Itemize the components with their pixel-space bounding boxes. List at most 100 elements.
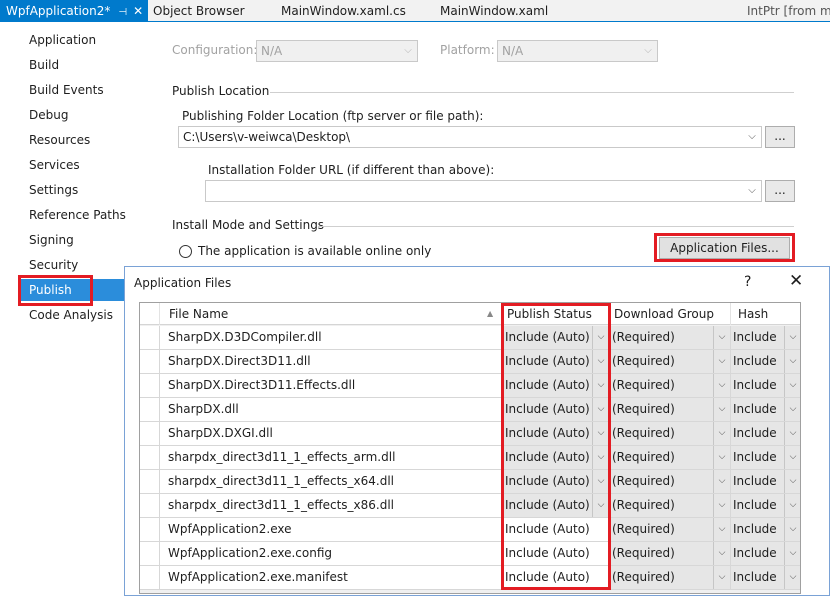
chevron-down-icon[interactable]: ⌵ (784, 398, 800, 421)
chevron-down-icon[interactable]: ⌵ (592, 446, 609, 469)
configuration-dropdown[interactable]: N/A ⌵ (256, 40, 418, 62)
installation-url-input[interactable]: ⌵ (205, 180, 762, 202)
chevron-down-icon[interactable]: ⌵ (784, 374, 800, 397)
chevron-down-icon[interactable]: ⌵ (592, 470, 609, 493)
publish-status-dropdown[interactable]: Include (Auto) ⌵ (503, 350, 610, 374)
table-row[interactable]: sharpdx_direct3d11_1_effects_x64.dll Incl… (140, 470, 800, 494)
download-group-dropdown[interactable]: (Required) ⌵ (610, 494, 731, 518)
hash-dropdown[interactable]: Include ⌵ (731, 374, 800, 398)
download-group-dropdown[interactable]: (Required) ⌵ (610, 326, 731, 350)
publish-status-dropdown[interactable]: Include (Auto) (503, 566, 610, 590)
close-tab-icon[interactable]: ✕ (133, 4, 143, 18)
nav-item-build[interactable]: Build (29, 54, 59, 76)
table-row[interactable]: WpfApplication2.exe.manifest Include (Aut… (140, 566, 800, 590)
chevron-down-icon[interactable]: ⌵ (784, 542, 800, 565)
hash-dropdown[interactable]: Include ⌵ (731, 494, 800, 518)
chevron-down-icon[interactable]: ⌵ (713, 518, 730, 541)
file-name-cell[interactable]: sharpdx_direct3d11_1_effects_x86.dll (160, 494, 503, 518)
publish-status-dropdown[interactable]: Include (Auto) ⌵ (503, 374, 610, 398)
download-group-dropdown[interactable]: (Required) ⌵ (610, 398, 731, 422)
chevron-down-icon[interactable]: ⌵ (784, 326, 800, 349)
table-row[interactable]: SharpDX.Direct3D11.Effects.dll Include (A… (140, 374, 800, 398)
nav-item-signing[interactable]: Signing (29, 229, 74, 251)
column-header-download-group[interactable]: Download Group (610, 303, 731, 325)
chevron-down-icon[interactable]: ⌵ (592, 326, 609, 349)
chevron-down-icon[interactable]: ⌵ (713, 422, 730, 445)
chevron-down-icon[interactable]: ⌵ (784, 470, 800, 493)
file-name-cell[interactable]: SharpDX.D3DCompiler.dll (160, 326, 503, 350)
table-row[interactable]: SharpDX.dll Include (Auto) ⌵ (Required) ⌵ Inc… (140, 398, 800, 422)
help-icon[interactable]: ? (744, 274, 751, 290)
file-name-cell[interactable]: SharpDX.Direct3D11.dll (160, 350, 503, 374)
online-only-radio[interactable] (179, 245, 192, 258)
download-group-dropdown[interactable]: (Required) ⌵ (610, 374, 731, 398)
chevron-down-icon[interactable]: ⌵ (713, 374, 730, 397)
file-name-cell[interactable]: WpfApplication2.exe.config (160, 542, 503, 566)
download-group-dropdown[interactable]: (Required) ⌵ (610, 446, 731, 470)
nav-item-services[interactable]: Services (29, 154, 80, 176)
browse-publish-folder-button[interactable]: ... (765, 126, 795, 148)
publish-status-dropdown[interactable]: Include (Auto) ⌵ (503, 326, 610, 350)
file-name-cell[interactable]: SharpDX.dll (160, 398, 503, 422)
table-row[interactable]: WpfApplication2.exe Include (Auto) (Requir… (140, 518, 800, 542)
download-group-dropdown[interactable]: (Required) ⌵ (610, 470, 731, 494)
download-group-dropdown[interactable]: (Required) ⌵ (610, 350, 731, 374)
hash-dropdown[interactable]: Include ⌵ (731, 422, 800, 446)
chevron-down-icon[interactable]: ⌵ (592, 422, 609, 445)
publish-status-dropdown[interactable]: Include (Auto) ⌵ (503, 398, 610, 422)
file-name-cell[interactable]: SharpDX.DXGI.dll (160, 422, 503, 446)
publish-status-dropdown[interactable]: Include (Auto) ⌵ (503, 470, 610, 494)
tab-intptr[interactable]: IntPtr [from met (747, 0, 830, 22)
hash-dropdown[interactable]: Include ⌵ (731, 518, 800, 542)
column-header-file-name[interactable]: File Name (160, 303, 503, 325)
nav-item-settings[interactable]: Settings (29, 179, 78, 201)
tab-wpfapplication2[interactable]: WpfApplication2* ⊣ ✕ (0, 0, 148, 22)
download-group-dropdown[interactable]: (Required) ⌵ (610, 518, 731, 542)
hash-dropdown[interactable]: Include ⌵ (731, 398, 800, 422)
download-group-dropdown[interactable]: (Required) ⌵ (610, 422, 731, 446)
chevron-down-icon[interactable]: ⌵ (784, 566, 800, 589)
publish-status-dropdown[interactable]: Include (Auto) (503, 518, 610, 542)
publish-status-dropdown[interactable]: Include (Auto) ⌵ (503, 494, 610, 518)
chevron-down-icon[interactable]: ⌵ (713, 494, 730, 517)
hash-dropdown[interactable]: Include ⌵ (731, 326, 800, 350)
chevron-down-icon[interactable]: ⌵ (784, 518, 800, 541)
publish-status-dropdown[interactable]: Include (Auto) (503, 542, 610, 566)
file-name-cell[interactable]: sharpdx_direct3d11_1_effects_x64.dll (160, 470, 503, 494)
nav-item-debug[interactable]: Debug (29, 104, 68, 126)
table-row[interactable]: sharpdx_direct3d11_1_effects_arm.dll Incl… (140, 446, 800, 470)
table-row[interactable]: SharpDX.DXGI.dll Include (Auto) ⌵ (Required… (140, 422, 800, 446)
chevron-down-icon[interactable]: ⌵ (713, 446, 730, 469)
chevron-down-icon[interactable]: ⌵ (713, 398, 730, 421)
browse-install-url-button[interactable]: ... (765, 180, 795, 202)
nav-item-code-analysis[interactable]: Code Analysis (29, 304, 113, 326)
table-row[interactable]: SharpDX.D3DCompiler.dll Include (Auto) ⌵ (R… (140, 326, 800, 350)
chevron-down-icon[interactable]: ⌵ (713, 542, 730, 565)
chevron-down-icon[interactable]: ⌵ (713, 326, 730, 349)
tab-mainwindow-xaml[interactable]: MainWindow.xaml (440, 0, 548, 22)
tab-mainwindow-xaml-cs[interactable]: MainWindow.xaml.cs (281, 0, 406, 22)
chevron-down-icon[interactable]: ⌵ (592, 350, 609, 373)
chevron-down-icon[interactable]: ⌵ (592, 374, 609, 397)
file-name-cell[interactable]: WpfApplication2.exe (160, 518, 503, 542)
chevron-down-icon[interactable]: ⌵ (592, 494, 609, 517)
publish-status-dropdown[interactable]: Include (Auto) ⌵ (503, 422, 610, 446)
chevron-down-icon[interactable]: ⌵ (784, 446, 800, 469)
hash-dropdown[interactable]: Include ⌵ (731, 446, 800, 470)
file-name-cell[interactable]: WpfApplication2.exe.manifest (160, 566, 503, 590)
application-files-button[interactable]: Application Files... (659, 237, 790, 259)
chevron-down-icon[interactable]: ⌵ (713, 566, 730, 589)
hash-dropdown[interactable]: Include ⌵ (731, 470, 800, 494)
chevron-down-icon[interactable]: ⌵ (592, 398, 609, 421)
column-header-publish-status[interactable]: Publish Status (503, 303, 610, 325)
table-row[interactable]: sharpdx_direct3d11_1_effects_x86.dll Incl… (140, 494, 800, 518)
nav-item-resources[interactable]: Resources (29, 129, 90, 151)
nav-item-publish[interactable]: Publish (21, 279, 125, 301)
download-group-dropdown[interactable]: (Required) ⌵ (610, 566, 731, 590)
hash-dropdown[interactable]: Include ⌵ (731, 566, 800, 590)
tab-object-browser[interactable]: Object Browser (153, 0, 245, 22)
nav-item-reference-paths[interactable]: Reference Paths (29, 204, 126, 226)
close-dialog-icon[interactable]: ✕ (789, 271, 803, 291)
hash-dropdown[interactable]: Include ⌵ (731, 542, 800, 566)
download-group-dropdown[interactable]: (Required) ⌵ (610, 542, 731, 566)
